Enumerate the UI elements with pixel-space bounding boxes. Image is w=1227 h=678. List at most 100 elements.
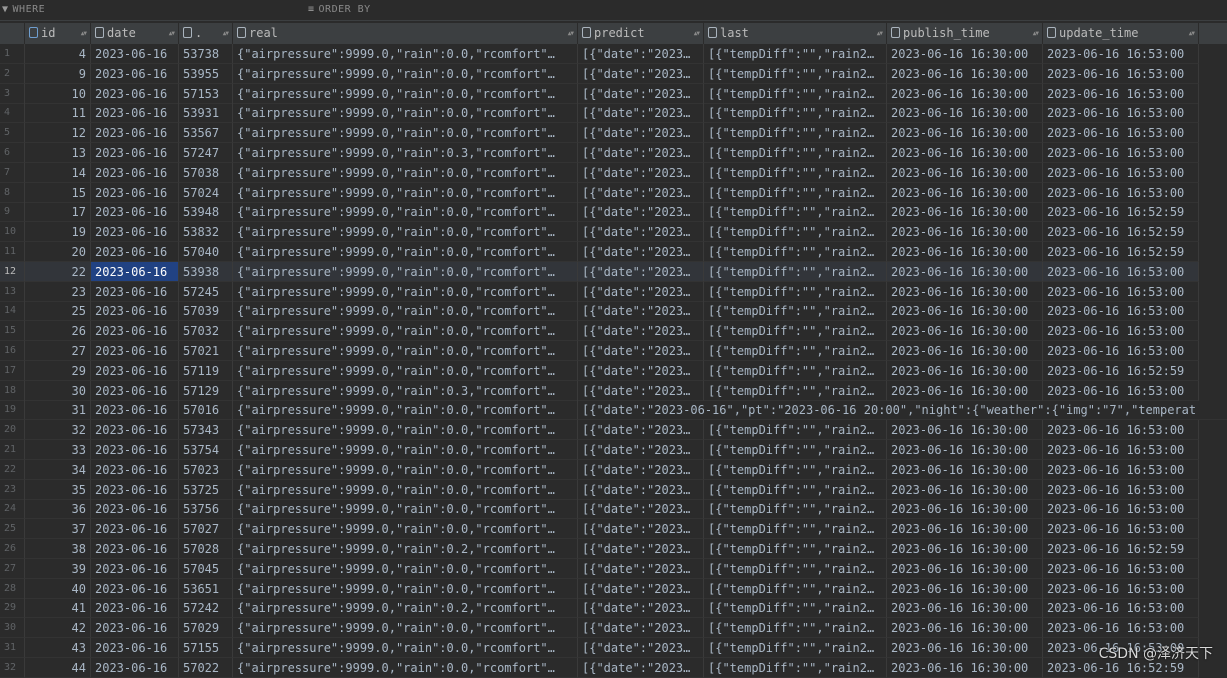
table-cell-id[interactable]: 39 — [25, 558, 91, 579]
table-cell-id[interactable]: 33 — [25, 440, 91, 460]
table-cell-last[interactable]: [{"tempDiff":"","rain2… — [704, 321, 887, 342]
table-cell-code[interactable]: 57343 — [179, 420, 233, 441]
table-cell-update-time[interactable]: 2023-06-16 16:53:00 — [1043, 341, 1199, 361]
table-cell-id[interactable]: 36 — [25, 499, 91, 520]
table-cell-last[interactable]: [{"tempDiff":"","rain2… — [704, 242, 887, 262]
table-cell-last[interactable]: [{"tempDiff":"","rain2… — [704, 103, 887, 124]
table-row[interactable]: 32 44 2023-06-16 57022 {"airpressure":9999.0… — [0, 657, 1227, 678]
table-cell-real[interactable]: {"airpressure":9999.0,"rain":0.3,"rcomfo… — [233, 143, 578, 163]
table-cell-publish-time[interactable]: 2023-06-16 16:30:00 — [887, 63, 1043, 84]
table-cell-predict[interactable]: [{"date":"2023… — [578, 479, 704, 500]
table-cell-update-time[interactable]: 2023-06-16 16:53:00 — [1043, 558, 1199, 579]
table-cell-real[interactable]: {"airpressure":9999.0,"rain":0.0,"rcomfo… — [233, 242, 578, 262]
table-cell-publish-time[interactable]: 2023-06-16 16:30:00 — [887, 380, 1043, 401]
table-cell-code[interactable]: 57245 — [179, 281, 233, 302]
table-cell-predict[interactable]: [{"date":"2023… — [578, 83, 704, 104]
table-cell-real[interactable]: {"airpressure":9999.0,"rain":0.0,"rcomfo… — [233, 44, 578, 64]
table-cell-update-time[interactable]: 2023-06-16 16:53:00 — [1043, 380, 1199, 401]
table-cell-last[interactable]: [{"tempDiff":"","rain2… — [704, 202, 887, 223]
table-row[interactable]: 12 22 2023-06-16 53938 {"airpressure":9999.0… — [0, 261, 1227, 282]
table-cell-update-time[interactable]: 2023-06-16 16:53:00 — [1043, 479, 1199, 500]
table-cell-last[interactable]: [{"tempDiff":"","rain2… — [704, 618, 887, 639]
table-cell-update-time[interactable]: 2023-06-16 16:52:59 — [1043, 222, 1199, 243]
table-cell-real[interactable]: {"airpressure":9999.0,"rain":0.0,"rcomfo… — [233, 301, 578, 322]
table-cell-id[interactable]: 23 — [25, 281, 91, 302]
table-cell-id[interactable]: 17 — [25, 202, 91, 223]
table-cell-id[interactable]: 27 — [25, 341, 91, 361]
table-cell-id[interactable]: 4 — [25, 44, 91, 64]
table-cell-code[interactable]: 57038 — [179, 162, 233, 183]
table-cell-last[interactable]: [{"tempDiff":"","rain2… — [704, 459, 887, 480]
table-cell-id[interactable]: 26 — [25, 321, 91, 342]
table-cell-publish-time[interactable]: 2023-06-16 16:30:00 — [887, 123, 1043, 144]
table-cell-publish-time[interactable]: 2023-06-16 16:30:00 — [887, 83, 1043, 104]
table-cell-date[interactable]: 2023-06-16 — [91, 360, 179, 381]
table-cell-predict[interactable]: [{"date":"2023… — [578, 281, 704, 302]
table-cell-predict[interactable]: [{"date":"2023… — [578, 578, 704, 599]
table-cell-update-time[interactable]: 2023-06-16 16:53:00 — [1043, 519, 1199, 540]
table-cell-date[interactable]: 2023-06-16 — [91, 103, 179, 124]
sort-arrows-icon[interactable]: ▲▼ — [694, 23, 700, 44]
table-cell-publish-time[interactable]: 2023-06-16 16:30:00 — [887, 341, 1043, 361]
table-cell-real[interactable]: {"airpressure":9999.0,"rain":0.0,"rcomfo… — [233, 638, 578, 658]
table-cell-date[interactable]: 2023-06-16 — [91, 400, 179, 421]
table-cell-publish-time[interactable]: 2023-06-16 16:30:00 — [887, 638, 1043, 658]
table-row[interactable]: 21 33 2023-06-16 53754 {"airpressure":9999.0… — [0, 440, 1227, 460]
table-cell-id[interactable]: 40 — [25, 578, 91, 599]
table-cell-code[interactable]: 53832 — [179, 222, 233, 243]
table-row[interactable]: 18 30 2023-06-16 57129 {"airpressure":9999.0… — [0, 380, 1227, 401]
table-cell-predict[interactable]: [{"date":"2023… — [578, 598, 704, 619]
table-cell-last[interactable]: [{"tempDiff":"","rain2… — [704, 182, 887, 203]
table-cell-last[interactable]: [{"tempDiff":"","rain2… — [704, 63, 887, 84]
table-cell-publish-time[interactable]: 2023-06-16 16:30:00 — [887, 539, 1043, 559]
table-cell-code[interactable]: 57016 — [179, 400, 233, 421]
table-cell-last[interactable]: [{"tempDiff":"","rain2… — [704, 578, 887, 599]
order-by-filter[interactable]: ≡ ORDER BY — [308, 0, 371, 20]
table-cell-last[interactable]: [{"tempDiff":"","rain2… — [704, 44, 887, 64]
table-cell-id[interactable]: 13 — [25, 143, 91, 163]
table-cell-publish-time[interactable]: 2023-06-16 16:30:00 — [887, 202, 1043, 223]
table-cell-update-time[interactable]: 2023-06-16 16:53:00 — [1043, 321, 1199, 342]
table-cell-real[interactable]: {"airpressure":9999.0,"rain":0.0,"rcomfo… — [233, 558, 578, 579]
sort-arrows-icon[interactable]: ▲▼ — [1033, 23, 1039, 44]
table-cell-last[interactable]: [{"tempDiff":"","rain2… — [704, 638, 887, 658]
table-cell-predict[interactable]: [{"date":"2023… — [578, 321, 704, 342]
table-row[interactable]: 15 26 2023-06-16 57032 {"airpressure":9999.0… — [0, 321, 1227, 342]
table-cell-id[interactable]: 20 — [25, 242, 91, 262]
table-cell-last[interactable]: [{"tempDiff":"","rain2… — [704, 162, 887, 183]
table-cell-predict[interactable]: [{"date":"2023… — [578, 519, 704, 540]
table-cell-last[interactable]: [{"tempDiff":"","rain2… — [704, 657, 887, 678]
table-cell-predict[interactable]: [{"date":"2023… — [578, 242, 704, 262]
table-cell-date[interactable]: 2023-06-16 — [91, 459, 179, 480]
table-cell-date[interactable]: 2023-06-16 — [91, 380, 179, 401]
table-cell-update-time[interactable]: 2023-06-16 16:53:00 — [1043, 459, 1199, 480]
table-cell-last[interactable]: [{"tempDiff":"","rain2… — [704, 143, 887, 163]
table-cell-publish-time[interactable]: 2023-06-16 16:30:00 — [887, 578, 1043, 599]
table-cell-real[interactable]: {"airpressure":9999.0,"rain":0.0,"rcomfo… — [233, 360, 578, 381]
table-cell-predict[interactable]: [{"date":"2023… — [578, 63, 704, 84]
table-cell-id[interactable]: 14 — [25, 162, 91, 183]
table-cell-update-time[interactable]: 2023-06-16 16:53:00 — [1043, 261, 1199, 282]
table-cell-update-time[interactable]: 2023-06-16 16:53:00 — [1043, 103, 1199, 124]
table-cell-publish-time[interactable]: 2023-06-16 16:30:00 — [887, 598, 1043, 619]
table-row[interactable]: 9 17 2023-06-16 53948 {"airpressure":9999.0,… — [0, 202, 1227, 223]
table-cell-id[interactable]: 12 — [25, 123, 91, 144]
table-cell-date[interactable]: 2023-06-16 — [91, 598, 179, 619]
table-cell-update-time[interactable]: 2023-06-16 16:52:59 — [1043, 242, 1199, 262]
table-cell-real[interactable]: {"airpressure":9999.0,"rain":0.3,"rcomfo… — [233, 380, 578, 401]
table-cell-real[interactable]: {"airpressure":9999.0,"rain":0.0,"rcomfo… — [233, 400, 578, 421]
table-cell-publish-time[interactable]: 2023-06-16 16:30:00 — [887, 360, 1043, 381]
table-cell-last[interactable]: [{"tempDiff":"","rain2… — [704, 499, 887, 520]
table-cell-last[interactable]: [{"tempDiff":"","rain2… — [704, 539, 887, 559]
table-cell-predict[interactable]: [{"date":"2023… — [578, 558, 704, 579]
table-cell-real[interactable]: {"airpressure":9999.0,"rain":0.0,"rcomfo… — [233, 281, 578, 302]
table-cell-code[interactable]: 53651 — [179, 578, 233, 599]
table-cell-code[interactable]: 53756 — [179, 499, 233, 520]
table-cell-last[interactable]: [{"tempDiff":"","rain2… — [704, 360, 887, 381]
table-cell-publish-time[interactable]: 2023-06-16 16:30:00 — [887, 499, 1043, 520]
table-cell-code[interactable]: 57153 — [179, 83, 233, 104]
table-row[interactable]: 13 23 2023-06-16 57245 {"airpressure":9999.0… — [0, 281, 1227, 302]
table-cell-date[interactable]: 2023-06-16 — [91, 558, 179, 579]
table-cell-code[interactable]: 57029 — [179, 618, 233, 639]
table-cell-predict[interactable]: [{"date":"2023… — [578, 103, 704, 124]
